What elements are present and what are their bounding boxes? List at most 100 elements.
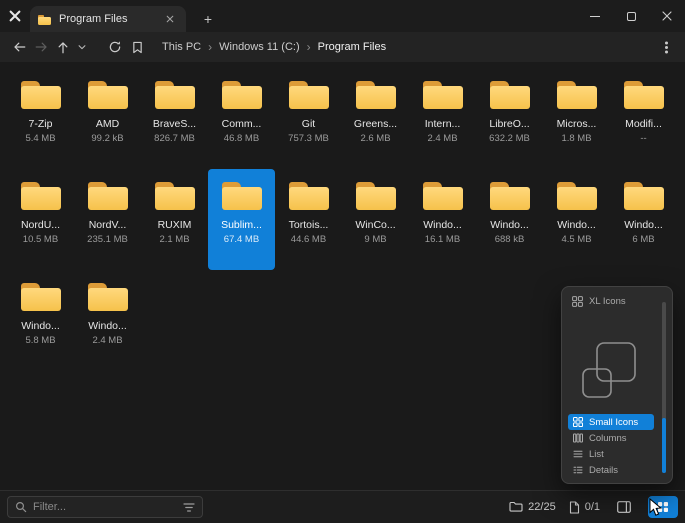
- file-name: Git: [301, 118, 316, 130]
- file-name: NordU...: [20, 219, 61, 231]
- file-item[interactable]: Greens... 2.6 MB: [342, 68, 409, 169]
- close-button[interactable]: [649, 0, 685, 32]
- file-count-icon: [569, 500, 579, 514]
- icon-size-slider-fill: [662, 418, 666, 473]
- forward-button[interactable]: [30, 35, 52, 59]
- file-item[interactable]: Windo... 688 kB: [476, 169, 543, 270]
- file-name: Windo...: [88, 320, 127, 332]
- file-item[interactable]: Windo... 16.1 MB: [409, 169, 476, 270]
- file-name: Micros...: [556, 118, 597, 130]
- chevron-down-icon: [78, 45, 86, 50]
- file-name: Modifi...: [625, 118, 662, 130]
- file-size: 4.5 MB: [561, 234, 592, 245]
- folder-icon: [353, 178, 399, 214]
- folder-icon: [18, 279, 64, 315]
- folder-icon: [219, 178, 265, 214]
- file-item[interactable]: RUXIM 2.1 MB: [141, 169, 208, 270]
- folder-icon: [18, 178, 64, 214]
- maximize-button[interactable]: [613, 0, 649, 32]
- folder-icon: [152, 77, 198, 113]
- titlebar: Program Files +: [0, 0, 685, 32]
- up-button[interactable]: [52, 35, 74, 59]
- file-name: NordV...: [88, 219, 127, 231]
- folder-icon: [152, 178, 198, 214]
- file-size: 688 kB: [494, 234, 525, 245]
- file-manager-window: Program Files + This PC › Windows 11 (C:…: [0, 0, 685, 523]
- file-item[interactable]: LibreO... 632.2 MB: [476, 68, 543, 169]
- layout-options-menu: Small Icons Columns List Details: [568, 414, 654, 478]
- details-icon: [573, 466, 583, 474]
- file-item[interactable]: Modifi... --: [610, 68, 677, 169]
- file-size: --: [640, 133, 647, 144]
- file-item[interactable]: WinCo... 9 MB: [342, 169, 409, 270]
- breadcrumb-drive[interactable]: Windows 11 (C:): [219, 41, 299, 53]
- file-name: Windo...: [624, 219, 663, 231]
- breadcrumb-this-pc[interactable]: This PC: [162, 41, 201, 53]
- file-item[interactable]: 7-Zip 5.4 MB: [7, 68, 74, 169]
- bookmark-button[interactable]: [126, 35, 148, 59]
- refresh-button[interactable]: [104, 35, 126, 59]
- file-size: 46.8 MB: [223, 133, 260, 144]
- folder-icon: [487, 77, 533, 113]
- back-button[interactable]: [8, 35, 30, 59]
- file-item[interactable]: Micros... 1.8 MB: [543, 68, 610, 169]
- details-pane-toggle-button[interactable]: [613, 496, 635, 518]
- folder-icon: [621, 178, 667, 214]
- folder-icon: [554, 77, 600, 113]
- back-icon: [13, 42, 25, 52]
- file-name: LibreO...: [489, 118, 530, 130]
- file-name: Sublim...: [221, 219, 262, 231]
- file-item[interactable]: Windo... 5.8 MB: [7, 270, 74, 371]
- forward-icon: [35, 42, 47, 52]
- layout-option-columns[interactable]: Columns: [568, 430, 654, 446]
- file-size: 10.5 MB: [22, 234, 59, 245]
- breadcrumb-separator-icon: ›: [306, 40, 311, 54]
- file-item[interactable]: Sublim... 67.4 MB: [208, 169, 275, 270]
- file-item[interactable]: NordU... 10.5 MB: [7, 169, 74, 270]
- up-icon: [58, 41, 68, 53]
- file-size: 99.2 kB: [91, 133, 124, 144]
- file-item[interactable]: Tortois... 44.6 MB: [275, 169, 342, 270]
- file-size: 67.4 MB: [223, 234, 260, 245]
- layout-option-label: Columns: [589, 432, 627, 444]
- app-logo-icon: [0, 9, 30, 23]
- layout-toggle-button[interactable]: [648, 496, 678, 518]
- file-item[interactable]: BraveS... 826.7 MB: [141, 68, 208, 169]
- file-item[interactable]: NordV... 235.1 MB: [74, 169, 141, 270]
- file-item[interactable]: Git 757.3 MB: [275, 68, 342, 169]
- maximize-icon: [626, 11, 636, 21]
- history-dropdown-button[interactable]: [74, 35, 90, 59]
- folder-icon: [18, 77, 64, 113]
- tab-close-button[interactable]: [162, 11, 178, 27]
- folder-icon: [554, 178, 600, 214]
- statusbar: 22/25 0/1: [0, 490, 685, 523]
- more-options-button[interactable]: [655, 35, 677, 59]
- layout-popup: XL Icons Small Icons Columns List Detail…: [561, 286, 673, 484]
- file-item[interactable]: Windo... 2.4 MB: [74, 270, 141, 371]
- icon-size-slider[interactable]: [662, 302, 666, 473]
- file-count-group: 0/1: [569, 500, 600, 514]
- file-size: 1.8 MB: [561, 133, 592, 144]
- file-item[interactable]: Windo... 4.5 MB: [543, 169, 610, 270]
- folder-count-group: 22/25: [509, 501, 556, 513]
- layout-option-list[interactable]: List: [568, 446, 654, 462]
- list-icon: [573, 450, 583, 458]
- filter-box: [7, 496, 203, 518]
- breadcrumb-current-folder[interactable]: Program Files: [318, 41, 386, 53]
- file-item[interactable]: Intern... 2.4 MB: [409, 68, 476, 169]
- file-item[interactable]: Comm... 46.8 MB: [208, 68, 275, 169]
- layout-option-label: Small Icons: [589, 416, 639, 428]
- layout-option-details[interactable]: Details: [568, 462, 654, 478]
- file-name: WinCo...: [355, 219, 396, 231]
- minimize-button[interactable]: [577, 0, 613, 32]
- file-item[interactable]: Windo... 6 MB: [610, 169, 677, 270]
- folder-icon: [621, 77, 667, 113]
- layout-option-small-icons[interactable]: Small Icons: [568, 414, 654, 430]
- search-icon: [15, 501, 27, 513]
- tab-program-files[interactable]: Program Files: [30, 6, 186, 32]
- filter-options-icon[interactable]: [183, 502, 195, 513]
- new-tab-button[interactable]: +: [194, 6, 222, 32]
- filter-input[interactable]: [33, 501, 177, 513]
- file-item[interactable]: AMD 99.2 kB: [74, 68, 141, 169]
- file-size: 6 MB: [632, 234, 655, 245]
